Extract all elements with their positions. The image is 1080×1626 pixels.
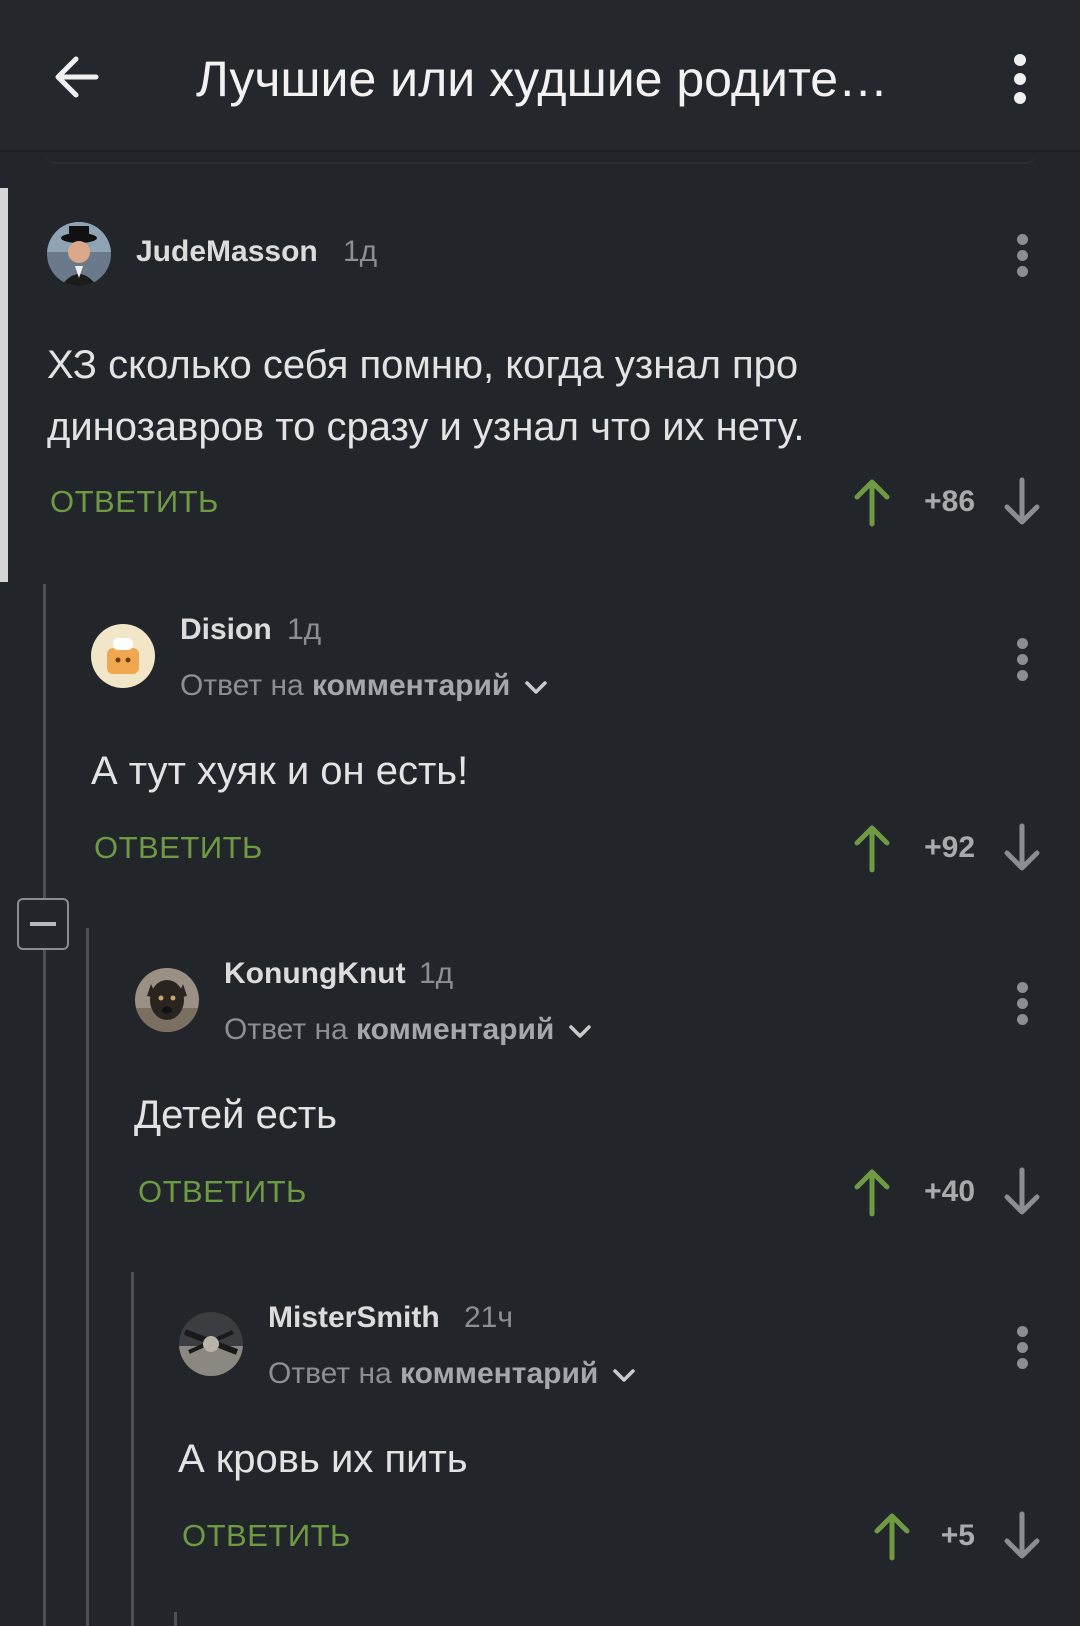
back-arrow-icon: [55, 56, 99, 98]
downvote-arrow-icon: [1004, 1511, 1040, 1559]
comment: KonungKnut 1д Ответ на комментарий Детей…: [0, 950, 1080, 1250]
app-bar: Лучшие или худшие родите…: [0, 0, 1080, 150]
collapse-minus-icon: [30, 922, 56, 926]
comment-username[interactable]: JudeMasson: [136, 232, 318, 272]
chevron-down-icon: [568, 1025, 591, 1038]
reply-button[interactable]: ОТВЕТИТЬ: [138, 1172, 307, 1212]
chevron-down-icon: [524, 681, 547, 694]
downvote-button[interactable]: [1002, 1166, 1042, 1218]
reply-button[interactable]: ОТВЕТИТЬ: [182, 1516, 351, 1556]
reply-to-link[interactable]: Ответ на комментарий: [224, 1010, 593, 1050]
downvote-button[interactable]: [1002, 822, 1042, 874]
reply-to-link[interactable]: Ответ на комментарий: [180, 666, 549, 706]
more-options-button[interactable]: [1000, 50, 1040, 110]
avatar[interactable]: [91, 624, 155, 688]
comment-text-line: динозавров то сразу и узнал что их нету.: [47, 405, 805, 449]
thread-line-level-4: [174, 1612, 177, 1626]
downvote-button[interactable]: [1002, 476, 1042, 528]
reply-to-prefix: Ответ на: [268, 1357, 392, 1390]
post-card-edge: [46, 150, 1036, 164]
comment: MisterSmith 21ч Ответ на комментарий А к…: [0, 1294, 1080, 1594]
comment-menu-button[interactable]: [1007, 230, 1037, 280]
more-vertical-icon: [1014, 54, 1026, 104]
avatar-image: [135, 968, 199, 1032]
comment-text: А тут хуяк и он есть!: [91, 749, 469, 793]
reply-to-target: комментарий: [400, 1357, 599, 1390]
back-button[interactable]: [48, 48, 108, 108]
comment-time: 1д: [343, 235, 378, 268]
comment-username[interactable]: MisterSmith: [268, 1298, 440, 1338]
comment-score: +40: [924, 1175, 975, 1208]
upvote-arrow-icon: [854, 825, 890, 873]
reply-button[interactable]: ОТВЕТИТЬ: [50, 482, 219, 522]
avatar[interactable]: [179, 1312, 243, 1376]
upvote-button[interactable]: [852, 822, 892, 874]
comment-score: +86: [924, 485, 975, 518]
reply-to-target: комментарий: [312, 669, 511, 702]
avatar-image: [179, 1312, 243, 1376]
chevron-down-icon: [612, 1369, 635, 1382]
comment-score: +5: [940, 1519, 975, 1552]
comment-text: Детей есть: [134, 1093, 337, 1137]
comment: JudeMasson 1д ХЗ сколько себя помню, ког…: [0, 210, 1080, 550]
comment-time: 1д: [287, 613, 322, 646]
reply-to-target: комментарий: [356, 1013, 555, 1046]
comment-menu-button[interactable]: [1007, 978, 1037, 1028]
comment-text: ХЗ сколько себя помню, когда узнал про д…: [47, 334, 805, 458]
collapse-thread-button[interactable]: [17, 898, 69, 950]
downvote-button[interactable]: [1002, 1510, 1042, 1562]
upvote-button[interactable]: [852, 1166, 892, 1218]
avatar[interactable]: [135, 968, 199, 1032]
avatar[interactable]: [47, 222, 111, 286]
upvote-arrow-icon: [854, 1169, 890, 1217]
comment-menu-button[interactable]: [1007, 1322, 1037, 1372]
comment-username[interactable]: KonungKnut: [224, 954, 406, 994]
avatar-image: [91, 624, 155, 688]
comment-time: 1д: [419, 957, 454, 990]
reply-to-prefix: Ответ на: [180, 669, 304, 702]
comment-score: +92: [924, 831, 975, 864]
downvote-arrow-icon: [1004, 1167, 1040, 1215]
comment-text-line: ХЗ сколько себя помню, когда узнал про: [47, 343, 799, 387]
reply-to-link[interactable]: Ответ на комментарий: [268, 1354, 637, 1394]
comment-text: А кровь их пить: [178, 1437, 468, 1481]
comment-time: 21ч: [464, 1301, 513, 1334]
comment: Dision 1д Ответ на комментарий А тут хуя…: [0, 606, 1080, 906]
upvote-button[interactable]: [852, 476, 892, 528]
avatar-image: [47, 222, 111, 286]
reply-button[interactable]: ОТВЕТИТЬ: [94, 828, 263, 868]
downvote-arrow-icon: [1004, 477, 1040, 525]
comment-menu-button[interactable]: [1007, 634, 1037, 684]
downvote-arrow-icon: [1004, 823, 1040, 871]
comment-username[interactable]: Dision: [180, 610, 272, 650]
upvote-arrow-icon: [854, 479, 890, 527]
page-title: Лучшие или худшие родите…: [196, 51, 889, 107]
reply-to-prefix: Ответ на: [224, 1013, 348, 1046]
